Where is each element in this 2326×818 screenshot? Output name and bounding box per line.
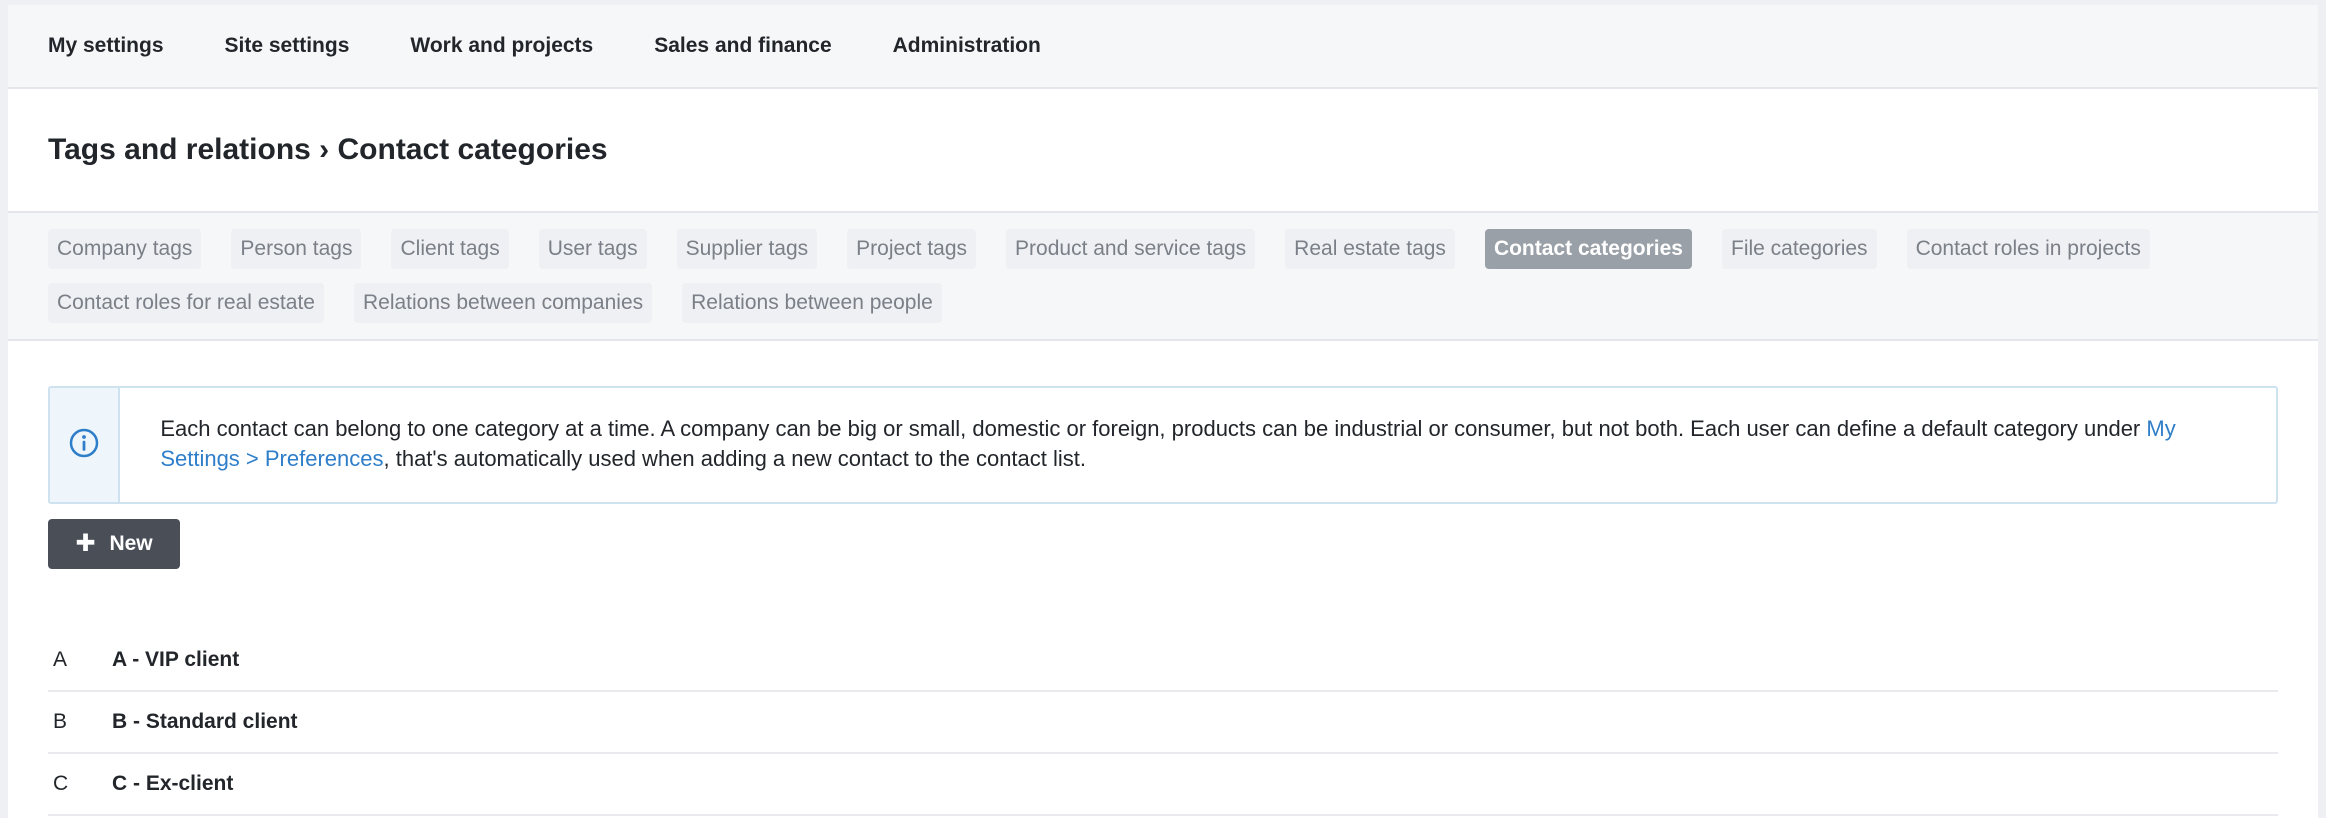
- tab-contact-roles-in-projects[interactable]: Contact roles in projects: [1906, 229, 2150, 269]
- category-code: C: [53, 772, 69, 795]
- tab-real-estate-tags[interactable]: Real estate tags: [1285, 229, 1455, 269]
- list-item[interactable]: A A - VIP client: [48, 630, 2278, 692]
- list-item[interactable]: C C - Ex-client: [48, 754, 2278, 816]
- list-item[interactable]: B B - Standard client: [48, 692, 2278, 754]
- info-text: Each contact can belong to one category …: [120, 388, 2276, 502]
- category-code: A: [53, 648, 68, 671]
- tab-row-2: Contact roles for real estate Relations …: [48, 282, 2278, 324]
- category-code: B: [53, 710, 68, 733]
- tab-client-tags[interactable]: Client tags: [391, 229, 509, 269]
- tab-relations-between-companies[interactable]: Relations between companies: [353, 283, 653, 323]
- info-icon-cell: [50, 388, 121, 502]
- plus-icon: ✚: [75, 530, 96, 557]
- category-name[interactable]: A - VIP client: [112, 648, 239, 672]
- info-box: Each contact can belong to one category …: [48, 386, 2278, 504]
- tab-contact-categories[interactable]: Contact categories: [1484, 229, 1692, 269]
- tab-company-tags[interactable]: Company tags: [48, 229, 202, 269]
- new-button-label: New: [109, 532, 153, 555]
- tab-product-and-service-tags[interactable]: Product and service tags: [1006, 229, 1256, 269]
- tab-project-tags[interactable]: Project tags: [847, 229, 977, 269]
- tab-bar: Company tags Person tags Client tags Use…: [8, 213, 2318, 341]
- new-button[interactable]: ✚ New: [48, 519, 180, 569]
- tab-row-1: Company tags Person tags Client tags Use…: [48, 228, 2278, 270]
- category-name[interactable]: B - Standard client: [112, 710, 298, 734]
- nav-site-settings[interactable]: Site settings: [225, 34, 350, 58]
- nav-sales-and-finance[interactable]: Sales and finance: [654, 34, 831, 58]
- nav-administration[interactable]: Administration: [893, 34, 1041, 58]
- nav-work-and-projects[interactable]: Work and projects: [410, 34, 593, 58]
- page-title: Tags and relations › Contact categories: [48, 133, 608, 166]
- app-frame: My settings Site settings Work and proje…: [8, 5, 2318, 818]
- tab-contact-roles-for-real-estate[interactable]: Contact roles for real estate: [48, 283, 324, 323]
- tab-relations-between-people[interactable]: Relations between people: [682, 283, 942, 323]
- tab-file-categories[interactable]: File categories: [1722, 229, 1877, 269]
- top-navigation: My settings Site settings Work and proje…: [8, 5, 2318, 89]
- category-name[interactable]: C - Ex-client: [112, 772, 233, 796]
- tab-person-tags[interactable]: Person tags: [231, 229, 362, 269]
- info-text-before: Each contact can belong to one category …: [160, 416, 2147, 441]
- info-icon: [68, 427, 100, 464]
- tab-supplier-tags[interactable]: Supplier tags: [676, 229, 818, 269]
- tab-user-tags[interactable]: User tags: [538, 229, 647, 269]
- nav-my-settings[interactable]: My settings: [48, 34, 164, 58]
- category-list: A A - VIP client B B - Standard client C…: [48, 630, 2278, 816]
- info-text-after: , that's automatically used when adding …: [383, 446, 1087, 471]
- page-header: Tags and relations › Contact categories: [8, 89, 2318, 213]
